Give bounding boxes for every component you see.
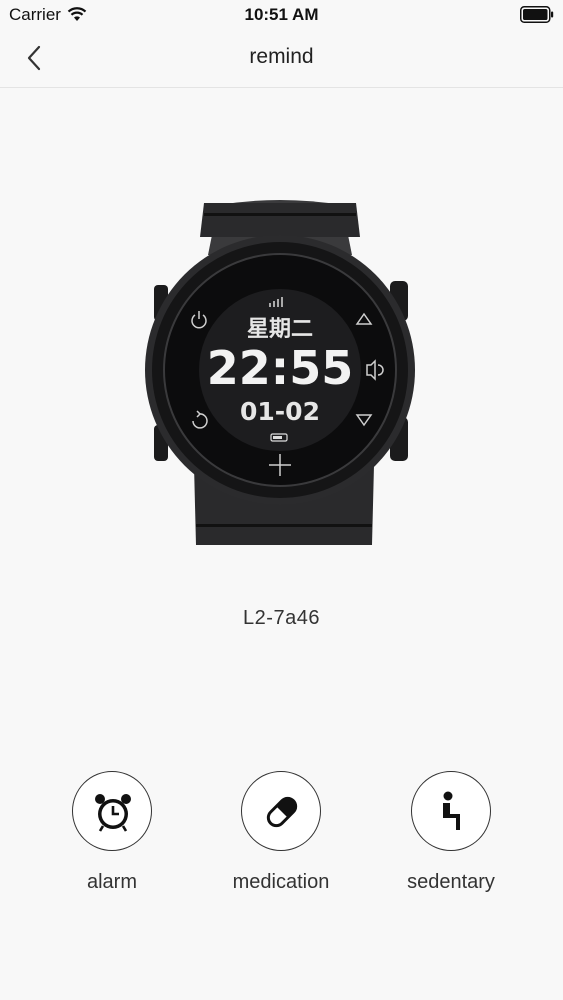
status-time: 10:51 AM [244,5,319,24]
sedentary-reminder-button[interactable]: sedentary [371,771,531,901]
medication-reminder-button[interactable]: medication [201,771,361,901]
alarm-circle [72,771,152,851]
pill-icon [266,796,298,828]
watch-time: 22:55 [207,341,353,395]
alarm-label: alarm [86,871,137,893]
alarm-reminder-button[interactable]: alarm [32,771,192,901]
alarm-clock-icon [95,794,131,832]
device-name: L2-7a46 [243,607,320,629]
sitting-person-icon [443,791,460,830]
medication-label: medication [232,871,330,893]
sedentary-label: sedentary [407,871,495,893]
battery-icon [520,6,554,23]
medication-circle [241,771,321,851]
watch-date: 01-02 [240,397,320,426]
watch-image: 星期二 22:55 01-02 [145,200,415,545]
status-bar: Carrier 10:51 AM [0,0,563,30]
navigation-bar: remind [0,30,563,88]
watch-weekday: 星期二 [247,317,313,342]
sedentary-circle [411,771,491,851]
page-title: remind [249,45,314,68]
